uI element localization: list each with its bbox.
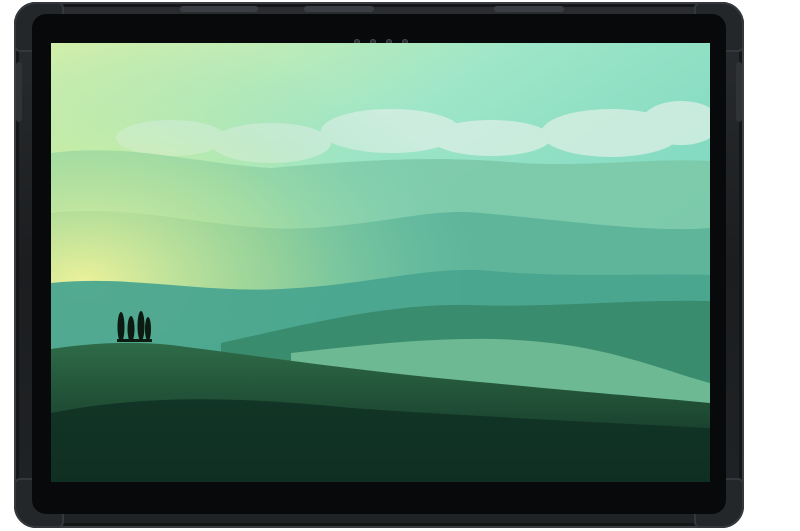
landscape-wallpaper	[51, 43, 710, 482]
top-case-rail	[304, 6, 374, 12]
product-photo	[0, 0, 800, 531]
power-button	[494, 6, 564, 12]
tablet-screen	[51, 43, 710, 482]
left-side-rail	[16, 62, 22, 122]
volume-button	[180, 6, 258, 12]
right-side-rail	[736, 62, 742, 122]
